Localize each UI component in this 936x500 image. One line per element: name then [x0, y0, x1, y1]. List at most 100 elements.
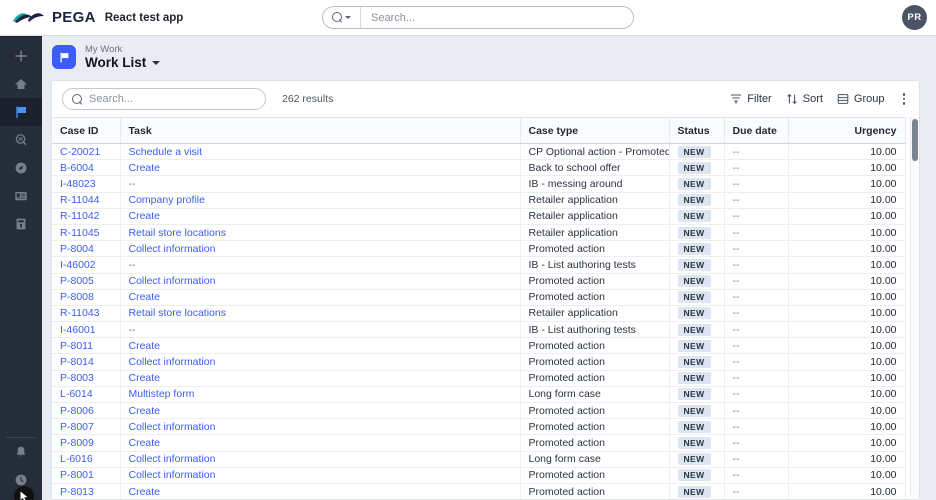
- cell-case-type: Promoted action: [520, 418, 670, 436]
- sort-button[interactable]: Sort: [786, 93, 823, 105]
- cell-task[interactable]: Collect information: [120, 353, 521, 371]
- cell-task[interactable]: Collect information: [120, 418, 521, 436]
- cell-task[interactable]: Create: [120, 337, 521, 355]
- table-row[interactable]: P-8008 Create Promoted action NEW -- 10.00: [52, 289, 906, 306]
- cell-case-id[interactable]: I-46002: [52, 256, 121, 274]
- column-header-urgency[interactable]: Urgency: [788, 117, 906, 144]
- cell-case-id[interactable]: I-48023: [52, 175, 121, 193]
- cell-task[interactable]: Create: [120, 289, 521, 306]
- breadcrumb[interactable]: My Work: [85, 44, 160, 55]
- cell-case-id[interactable]: P-8006: [52, 402, 121, 420]
- cell-case-id[interactable]: R-11044: [52, 192, 121, 209]
- sidebar-item-dashboard[interactable]: [0, 154, 42, 182]
- cell-task[interactable]: Multistep form: [120, 386, 521, 404]
- global-search[interactable]: Search...: [322, 6, 634, 29]
- cell-case-id[interactable]: P-8011: [52, 337, 121, 355]
- sidebar-item-case-search[interactable]: [0, 126, 42, 154]
- cell-case-id[interactable]: P-8008: [52, 289, 121, 306]
- table-row[interactable]: R-11044 Company profile Retailer applicati…: [52, 192, 906, 209]
- column-header-status[interactable]: Status: [669, 117, 725, 144]
- avatar[interactable]: PR: [902, 5, 927, 30]
- cell-case-id[interactable]: P-8004: [52, 240, 121, 258]
- cell-task[interactable]: Create: [120, 434, 521, 452]
- table-row[interactable]: I-46001 -- IB - List authoring tests NEW -- 1…: [52, 321, 906, 339]
- table-row[interactable]: C-20021 Schedule a visit CP Optional actio…: [52, 143, 906, 161]
- sidebar-item-notifications[interactable]: [0, 438, 42, 466]
- table-row[interactable]: L-6014 Multistep form Long form case NEW -- 1…: [52, 386, 906, 404]
- cell-task[interactable]: Create: [120, 208, 521, 225]
- cell-case-id[interactable]: P-8001: [52, 467, 121, 484]
- cell-status: NEW: [669, 224, 725, 242]
- cell-task[interactable]: Retail store locations: [120, 224, 521, 242]
- table-scrollbar[interactable]: [910, 117, 919, 495]
- cell-task[interactable]: Collect information: [120, 273, 521, 290]
- search-scope-dropdown[interactable]: [323, 7, 361, 28]
- cell-status: NEW: [669, 208, 725, 225]
- column-header-case-id[interactable]: Case ID: [52, 117, 121, 144]
- table-row[interactable]: B-6004 Create Back to school offer NEW -- 10.…: [52, 159, 906, 177]
- cell-task[interactable]: Collect information: [120, 467, 521, 484]
- cell-task[interactable]: Create: [120, 483, 521, 499]
- table-row[interactable]: R-11045 Retail store locations Retailer ap…: [52, 224, 906, 242]
- filter-button[interactable]: Filter: [730, 93, 772, 105]
- cell-task[interactable]: Create: [120, 159, 521, 177]
- cell-case-id[interactable]: R-11042: [52, 208, 121, 225]
- cell-task[interactable]: Create: [120, 402, 521, 420]
- column-header-task[interactable]: Task: [120, 117, 521, 144]
- table-scrollbar-thumb[interactable]: [911, 119, 918, 161]
- cell-case-id[interactable]: B-6004: [52, 159, 121, 177]
- table-row[interactable]: P-8011 Create Promoted action NEW -- 10.00: [52, 337, 906, 355]
- table-row[interactable]: P-8013 Create Promoted action NEW -- 10.00: [52, 483, 906, 499]
- sidebar-item-explore-data[interactable]: [0, 182, 42, 210]
- cell-case-id[interactable]: I-46001: [52, 321, 121, 339]
- sidebar-item-home[interactable]: [0, 70, 42, 98]
- chevron-down-icon[interactable]: [152, 60, 161, 65]
- cell-task[interactable]: Schedule a visit: [120, 143, 521, 161]
- brand-logo[interactable]: PEGA React test app: [12, 9, 183, 26]
- cell-task[interactable]: Retail store locations: [120, 305, 521, 323]
- cell-task[interactable]: Collect information: [120, 240, 521, 258]
- table-row[interactable]: P-8009 Create Promoted action NEW -- 10.00: [52, 434, 906, 452]
- cell-status: NEW: [669, 305, 725, 323]
- table-row[interactable]: P-8001 Collect information Promoted action…: [52, 467, 906, 484]
- cell-case-id[interactable]: R-11043: [52, 305, 121, 323]
- global-search-input[interactable]: Search...: [371, 12, 415, 24]
- cell-status: NEW: [669, 434, 725, 452]
- table-row[interactable]: P-8005 Collect information Promoted action…: [52, 273, 906, 290]
- table-row[interactable]: P-8014 Collect information Promoted action…: [52, 353, 906, 371]
- more-actions-button[interactable]: [899, 91, 910, 107]
- sidebar-item-my-work[interactable]: [0, 98, 42, 126]
- table-row[interactable]: I-46002 -- IB - List authoring tests NEW -- 1…: [52, 256, 906, 274]
- cell-urgency: 10.00: [788, 353, 906, 371]
- cell-case-id[interactable]: C-20021: [52, 143, 121, 161]
- list-search-input[interactable]: Search...: [62, 88, 266, 110]
- cell-task[interactable]: Collect information: [120, 451, 521, 468]
- table-row[interactable]: R-11043 Retail store locations Retailer ap…: [52, 305, 906, 323]
- table-row[interactable]: R-11042 Create Retailer application NEW -- 10…: [52, 208, 906, 225]
- table-row[interactable]: I-48023 -- IB - messing around NEW -- 10.00: [52, 175, 906, 193]
- table-row[interactable]: P-8006 Create Promoted action NEW -- 10.00: [52, 402, 906, 420]
- column-header-case-type[interactable]: Case type: [520, 117, 670, 144]
- cell-case-id[interactable]: P-8007: [52, 418, 121, 436]
- cell-case-id[interactable]: P-8013: [52, 483, 121, 499]
- cell-task[interactable]: Create: [120, 370, 521, 387]
- bell-icon: [16, 446, 26, 457]
- cell-task[interactable]: Company profile: [120, 192, 521, 209]
- sidebar-item-create-new[interactable]: [0, 42, 42, 70]
- cell-case-id[interactable]: L-6014: [52, 386, 121, 404]
- cell-case-id[interactable]: L-6016: [52, 451, 121, 468]
- group-button[interactable]: Group: [837, 93, 885, 105]
- cell-case-id[interactable]: P-8014: [52, 353, 121, 371]
- page-title-row[interactable]: Work List: [85, 55, 161, 70]
- cell-due-date: --: [724, 434, 789, 452]
- table-row[interactable]: P-8004 Collect information Promoted action…: [52, 240, 906, 258]
- cell-case-id[interactable]: P-8003: [52, 370, 121, 387]
- table-row[interactable]: P-8003 Create Promoted action NEW -- 10.00: [52, 370, 906, 387]
- cell-case-id[interactable]: P-8005: [52, 273, 121, 290]
- cell-case-id[interactable]: R-11045: [52, 224, 121, 242]
- column-header-due-date[interactable]: Due date: [724, 117, 789, 144]
- sidebar-item-reports[interactable]: [0, 210, 42, 238]
- table-row[interactable]: L-6016 Collect information Long form case N…: [52, 451, 906, 468]
- table-row[interactable]: P-8007 Collect information Promoted action…: [52, 418, 906, 436]
- cell-case-id[interactable]: P-8009: [52, 434, 121, 452]
